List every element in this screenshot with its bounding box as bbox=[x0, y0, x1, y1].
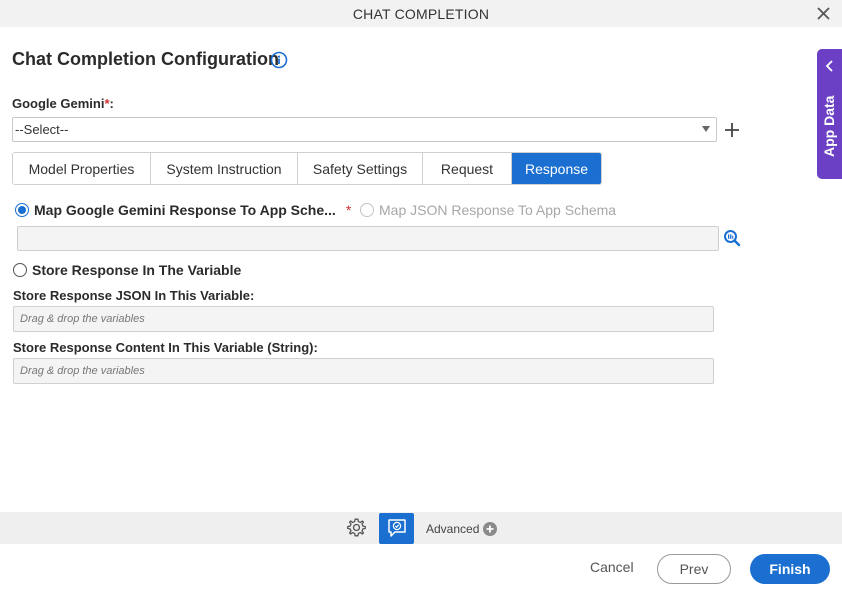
tab-response[interactable]: Response bbox=[512, 153, 601, 184]
map-gemini-radio[interactable] bbox=[15, 203, 29, 217]
advanced-label: Advanced bbox=[426, 522, 480, 536]
map-gemini-label: Map Google Gemini Response To App Sche..… bbox=[34, 202, 336, 218]
plus-circle-icon bbox=[483, 522, 498, 536]
bottom-toolbar bbox=[0, 512, 842, 544]
prev-button[interactable]: Prev bbox=[657, 554, 731, 584]
map-json-radio bbox=[360, 203, 374, 217]
map-json-label: Map JSON Response To App Schema bbox=[379, 202, 617, 218]
label-colon: : bbox=[109, 96, 114, 111]
map-gemini-option[interactable]: Map Google Gemini Response To App Sche..… bbox=[15, 201, 351, 219]
app-data-label: App Data bbox=[821, 95, 837, 157]
add-connection-icon[interactable] bbox=[723, 121, 741, 139]
store-json-label: Store Response JSON In This Variable: bbox=[13, 288, 255, 303]
select-value: --Select-- bbox=[15, 122, 69, 137]
info-icon[interactable] bbox=[270, 51, 288, 69]
required-marker: * bbox=[345, 202, 352, 218]
close-icon[interactable] bbox=[815, 5, 832, 22]
gear-icon[interactable] bbox=[346, 517, 367, 538]
advanced-toggle[interactable]: Advanced bbox=[426, 522, 498, 536]
tab-request[interactable]: Request bbox=[423, 153, 512, 184]
chevron-left-icon bbox=[825, 60, 833, 72]
config-tabs: Model Properties System Instruction Safe… bbox=[12, 152, 602, 185]
store-variable-label: Store Response In The Variable bbox=[32, 262, 242, 278]
dialog-title: CHAT COMPLETION bbox=[352, 6, 490, 22]
tab-safety-settings[interactable]: Safety Settings bbox=[298, 153, 423, 184]
store-content-dropzone[interactable]: Drag & drop the variables bbox=[13, 358, 714, 384]
store-variable-option[interactable]: Store Response In The Variable bbox=[13, 262, 241, 278]
chat-config-button[interactable] bbox=[379, 513, 414, 544]
store-content-label: Store Response Content In This Variable … bbox=[13, 340, 318, 355]
store-json-dropzone[interactable]: Drag & drop the variables bbox=[13, 306, 714, 332]
chevron-down-icon bbox=[702, 126, 710, 132]
tab-model-properties[interactable]: Model Properties bbox=[13, 153, 151, 184]
finish-button[interactable]: Finish bbox=[750, 554, 830, 584]
gemini-label-text: Google Gemini bbox=[12, 96, 105, 111]
gemini-field-label: Google Gemini*: bbox=[12, 96, 114, 111]
app-schema-field[interactable] bbox=[17, 226, 719, 251]
chat-check-icon bbox=[388, 519, 406, 537]
schema-browse-icon[interactable] bbox=[723, 229, 741, 247]
page-title: Chat Completion Configuration bbox=[12, 49, 279, 69]
gemini-connection-select[interactable]: --Select-- bbox=[12, 117, 717, 142]
store-variable-radio[interactable] bbox=[13, 263, 27, 277]
app-data-panel-toggle[interactable]: App Data bbox=[817, 49, 842, 179]
tab-system-instruction[interactable]: System Instruction bbox=[151, 153, 298, 184]
cancel-button[interactable]: Cancel bbox=[590, 559, 634, 575]
map-json-option: Map JSON Response To App Schema bbox=[360, 201, 616, 219]
dialog-titlebar: CHAT COMPLETION bbox=[0, 0, 842, 27]
